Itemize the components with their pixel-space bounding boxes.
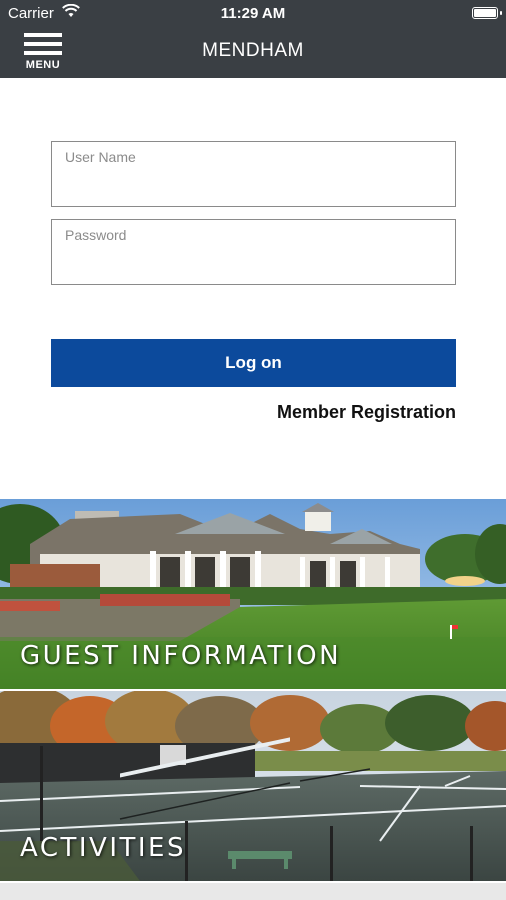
member-registration-link[interactable]: Member Registration bbox=[277, 402, 456, 423]
status-time: 11:29 AM bbox=[220, 5, 286, 22]
password-field[interactable]: Password bbox=[51, 219, 456, 285]
guest-information-label: GUEST INFORMATION bbox=[20, 641, 342, 671]
page-title: MENDHAM bbox=[202, 40, 304, 61]
activities-tile[interactable]: ACTIVITIES bbox=[0, 691, 506, 881]
next-tile-partial[interactable] bbox=[0, 883, 506, 900]
username-placeholder: User Name bbox=[65, 149, 136, 165]
battery-icon bbox=[472, 7, 502, 19]
activities-label: ACTIVITIES bbox=[20, 833, 186, 863]
status-bar: Carrier 11:29 AM bbox=[0, 0, 506, 26]
password-placeholder: Password bbox=[65, 227, 127, 243]
top-bar: Carrier 11:29 AM MENU MENDHAM bbox=[0, 0, 506, 78]
username-field[interactable]: User Name bbox=[51, 141, 456, 207]
logon-button[interactable]: Log on bbox=[51, 339, 456, 387]
guest-information-tile[interactable]: GUEST INFORMATION bbox=[0, 499, 506, 689]
hamburger-icon bbox=[24, 33, 62, 37]
